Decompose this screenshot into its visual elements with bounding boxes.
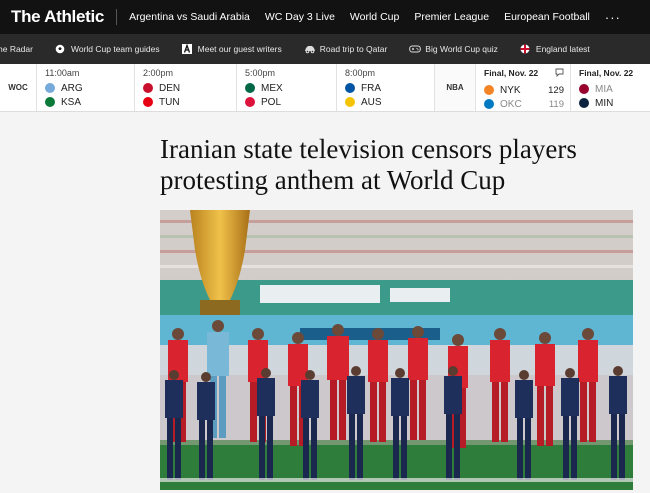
team-flag-icon — [45, 83, 55, 93]
team-abbr: KSA — [61, 96, 82, 108]
team-abbr: DEN — [159, 82, 181, 94]
game-time: 2:00pm — [143, 68, 174, 78]
team-flag-icon — [345, 83, 355, 93]
subnav-item-quiz[interactable]: Big World Cup quiz — [409, 44, 498, 54]
team-row: FRA — [345, 81, 434, 95]
team-abbr: AUS — [361, 96, 382, 108]
team-row: MIA — [579, 82, 637, 96]
team-row: AUS — [345, 95, 434, 109]
game-time: 5:00pm — [245, 68, 276, 78]
game-card[interactable]: 8:00pm FRA AUS — [337, 64, 435, 111]
nav-link-european-football[interactable]: European Football — [504, 11, 590, 23]
team-abbr: MIA — [595, 83, 613, 95]
subnav-item-england[interactable]: England latest — [520, 44, 590, 54]
game-status-text: Final, Nov. 22 — [484, 68, 539, 78]
subnav-label: England latest — [535, 44, 590, 54]
team-flag-icon — [143, 97, 153, 107]
subnav-label: Big World Cup quiz — [425, 44, 498, 54]
league-label-nba: NBA — [435, 64, 476, 111]
game-status: Final, Nov. 22 — [579, 68, 637, 78]
more-icon[interactable]: ··· — [605, 10, 621, 25]
team-flag-icon — [245, 83, 255, 93]
team-row: TUN — [143, 95, 236, 109]
team-abbr: NYK — [500, 84, 521, 96]
team-logo-icon — [579, 84, 589, 94]
team-logo-icon — [484, 85, 494, 95]
team-row: MEX — [245, 81, 336, 95]
game-status-text: Final, Nov. 22 — [579, 68, 634, 78]
team-flag-icon — [143, 83, 153, 93]
athletic-a-icon — [181, 43, 192, 54]
game-card[interactable]: Final, Nov. 22 NYK 129 OKC 119 — [476, 64, 571, 111]
team-row: MIN — [579, 96, 637, 110]
gamepad-icon — [409, 44, 422, 54]
subnav-item-team-guides[interactable]: World Cup team guides — [55, 44, 160, 54]
team-flag-icon — [45, 97, 55, 107]
sub-nav: he Radar World Cup team guides Meet our … — [0, 34, 650, 64]
team-flag-icon — [345, 97, 355, 107]
nav-link-wc-day3-live[interactable]: WC Day 3 Live — [265, 11, 335, 23]
subnav-label: Road trip to Qatar — [319, 44, 388, 54]
team-score: 129 — [548, 84, 564, 96]
game-time: 11:00am — [45, 68, 80, 78]
england-flag-icon — [520, 44, 530, 54]
nav-link-world-cup[interactable]: World Cup — [350, 11, 399, 23]
subnav-item-road-trip[interactable]: Road trip to Qatar — [304, 44, 388, 54]
game-card[interactable]: 11:00am ARG KSA — [37, 64, 135, 111]
team-row: ARG — [45, 81, 134, 95]
subnav-item-guest-writers[interactable]: Meet our guest writers — [181, 43, 282, 54]
team-flag-icon — [245, 97, 255, 107]
team-abbr: ARG — [61, 82, 83, 94]
team-abbr: MEX — [261, 82, 283, 94]
team-abbr: FRA — [361, 82, 381, 94]
team-abbr: POL — [261, 96, 282, 108]
game-card[interactable]: Final, Nov. 22 MIA MIN — [571, 64, 643, 111]
league-label-woc: WOC — [0, 64, 37, 111]
chat-icon[interactable] — [555, 68, 564, 79]
team-row: DEN — [143, 81, 236, 95]
team-row: NYK 129 — [484, 83, 564, 97]
team-logo-icon — [484, 99, 494, 109]
team-row: POL — [245, 95, 336, 109]
team-row: KSA — [45, 95, 134, 109]
team-score: 119 — [548, 98, 564, 110]
article-headline: Iranian state television censors players… — [160, 134, 577, 195]
hero-image[interactable] — [160, 210, 633, 490]
team-abbr: TUN — [159, 96, 180, 108]
team-logo-icon — [579, 98, 589, 108]
game-card[interactable]: 5:00pm MEX POL — [237, 64, 337, 111]
team-row: OKC 119 — [484, 97, 564, 111]
site-logo[interactable]: The Athletic — [11, 7, 104, 27]
subnav-label: World Cup team guides — [70, 44, 160, 54]
car-icon — [304, 44, 315, 54]
subnav-label: he Radar — [0, 44, 33, 54]
game-time: 8:00pm — [345, 68, 376, 78]
subnav-item-radar[interactable]: he Radar — [0, 44, 33, 54]
soccer-ball-icon — [55, 44, 65, 54]
scoreboard: WOC 11:00am ARG KSA 2:00pm DEN TUN 5:00p… — [0, 64, 650, 112]
team-abbr: OKC — [500, 98, 522, 110]
nav-link-premier-league[interactable]: Premier League — [414, 11, 489, 23]
nav-divider — [116, 9, 118, 25]
team-abbr: MIN — [595, 97, 614, 109]
top-nav: The Athletic Argentina vs Saudi Arabia W… — [0, 0, 650, 34]
team-lineup-photo — [160, 210, 633, 490]
game-status: Final, Nov. 22 — [484, 68, 564, 79]
nav-link-arg-ksa[interactable]: Argentina vs Saudi Arabia — [129, 11, 250, 23]
game-card[interactable]: 2:00pm DEN TUN — [135, 64, 237, 111]
nav-links: Argentina vs Saudi Arabia WC Day 3 Live … — [129, 10, 621, 25]
subnav-label: Meet our guest writers — [197, 44, 282, 54]
